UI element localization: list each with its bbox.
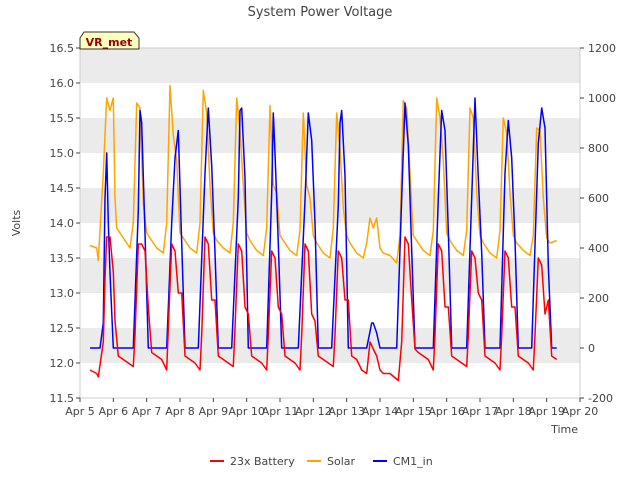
legend-label: CM1_in xyxy=(393,455,433,468)
grid-band xyxy=(80,48,580,83)
legend-label: 23x Battery xyxy=(230,455,295,468)
x-tick-label: Apr 16 xyxy=(428,405,465,418)
site-badge: VR_met xyxy=(79,31,140,50)
y-axis-left: 11.5 12.0 12.5 13.0 13.5 14.0 14.5 15.0 15.5 16.0… xyxy=(50,42,80,405)
grid-band xyxy=(80,328,580,363)
y-right-tick-label: 1000 xyxy=(588,92,616,105)
x-tick-label: Apr 15 xyxy=(395,405,432,418)
x-tick-label: Apr 7 xyxy=(132,405,162,418)
chart: System Power Voltage 11.5 12.0 12.5 13.0 13.… xyxy=(10,5,616,468)
y-right-tick-label: 0 xyxy=(588,342,595,355)
y-left-tick-label: 14.0 xyxy=(50,217,75,230)
x-tick-label: Apr 14 xyxy=(362,405,399,418)
series-line-solar xyxy=(89,84,557,264)
x-tick-label: Apr 8 xyxy=(165,405,195,418)
y-left-tick-label: 12.5 xyxy=(50,322,75,335)
y-right-tick-label: -200 xyxy=(588,392,613,405)
x-tick-label: Apr 6 xyxy=(99,405,129,418)
legend: 23x Battery Solar CM1_in xyxy=(210,455,433,468)
x-axis-label: Time xyxy=(550,423,578,436)
chart-title: System Power Voltage xyxy=(248,5,393,20)
x-tick-label: Apr 13 xyxy=(328,405,365,418)
legend-label: Solar xyxy=(327,455,356,468)
y-left-tick-label: 13.0 xyxy=(50,287,75,300)
y-left-tick-label: 15.0 xyxy=(50,147,75,160)
x-tick-label: Apr 9 xyxy=(199,405,229,418)
x-tick-label: Apr 11 xyxy=(262,405,299,418)
y-axis-label: Volts xyxy=(10,209,23,236)
x-tick-label: Apr 12 xyxy=(295,405,332,418)
x-tick-label: Apr 18 xyxy=(495,405,532,418)
y-left-tick-label: 14.5 xyxy=(50,182,75,195)
x-tick-label: Apr 19 xyxy=(528,405,565,418)
y-left-tick-label: 15.5 xyxy=(50,112,75,125)
y-left-tick-label: 16.0 xyxy=(50,77,75,90)
x-tick-label: Apr 10 xyxy=(228,405,265,418)
y-left-tick-label: 16.5 xyxy=(50,42,75,55)
x-tick-label: Apr 17 xyxy=(462,405,499,418)
site-badge-label: VR_met xyxy=(86,36,133,49)
y-left-tick-label: 11.5 xyxy=(50,392,75,405)
y-axis-right: -200 0 200 400 600 800 1000 1200 xyxy=(580,42,616,405)
x-axis: Apr 5 Apr 6 Apr 7 Apr 8 Apr 9 Apr 10Apr 11Apr… xyxy=(65,398,598,418)
y-right-tick-label: 200 xyxy=(588,292,609,305)
x-tick-label: Apr 20 xyxy=(562,405,599,418)
y-right-tick-label: 1200 xyxy=(588,42,616,55)
background-bands xyxy=(80,48,580,363)
y-left-tick-label: 12.0 xyxy=(50,357,75,370)
y-right-tick-label: 600 xyxy=(588,192,609,205)
y-right-tick-label: 400 xyxy=(588,242,609,255)
x-tick-label: Apr 5 xyxy=(65,405,95,418)
y-right-tick-label: 800 xyxy=(588,142,609,155)
y-left-tick-label: 13.5 xyxy=(50,252,75,265)
